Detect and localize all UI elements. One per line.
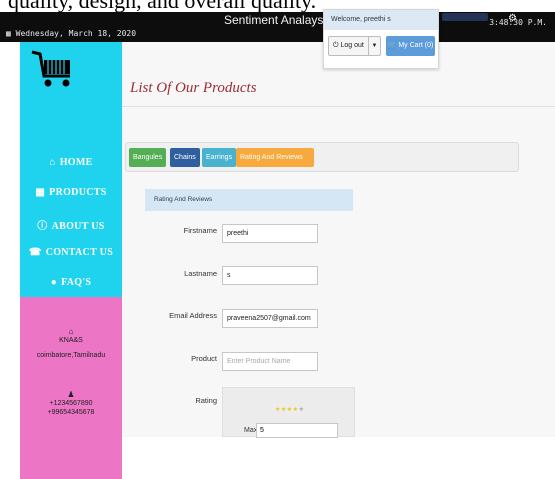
lastname-label: Lastname bbox=[184, 269, 217, 278]
panel-heading: Rating And Reviews bbox=[145, 189, 353, 211]
rating-label: Rating bbox=[195, 396, 217, 405]
tab-rating-and-reviews[interactable]: Rating And Reviews bbox=[236, 148, 314, 167]
nav-item-products[interactable]: ▦ PRODUCTS bbox=[20, 187, 122, 198]
firstname-field[interactable]: preethi bbox=[222, 224, 318, 243]
product-field[interactable]: Enter Product Name bbox=[222, 352, 318, 371]
contact-panel: ⌂ KNA&S coimbatore,Tamilnadu ♟ +12345678… bbox=[20, 297, 122, 479]
max-rating-field[interactable]: 5 bbox=[256, 423, 338, 438]
blurred-username bbox=[442, 13, 488, 21]
logout-label: Log out bbox=[340, 42, 364, 49]
divider bbox=[122, 106, 555, 107]
email-field[interactable]: praveena2507@gmail.com bbox=[222, 309, 318, 328]
date-text: Wednesday, March 18, 2020 bbox=[15, 29, 137, 38]
window-title-bar: ▦ Wednesday, March 18, 2020 Sentiment An… bbox=[0, 12, 555, 42]
window-title: Sentiment Analaysis bbox=[224, 13, 333, 27]
tab-bangules[interactable]: Bangules bbox=[129, 148, 167, 167]
nav-label: HOME bbox=[59, 157, 93, 168]
star-icon[interactable]: ★ bbox=[299, 407, 305, 413]
lastname-field[interactable]: s bbox=[222, 266, 318, 285]
my-cart-button[interactable]: 🛒 My Cart (0) bbox=[386, 36, 435, 56]
info-icon: ⓘ bbox=[37, 221, 48, 232]
logout-button[interactable]: ⏻ Log out ▼ bbox=[328, 36, 381, 56]
user-dropdown-panel: Welcome, preethi s ⏻ Log out ▼ 🛒 My Cart… bbox=[323, 9, 439, 69]
home-icon: ⌂ bbox=[68, 327, 74, 336]
user-icon: ♟ bbox=[67, 390, 75, 399]
phone-number-2: +99654345678 bbox=[47, 409, 95, 416]
page-title: List Of Our Products bbox=[130, 80, 257, 96]
nav-label: CONTACT US bbox=[45, 247, 114, 258]
nav-item-about-us[interactable]: ⓘ ABOUT US bbox=[20, 217, 122, 232]
nav-label: FAQ'S bbox=[61, 277, 92, 288]
rating-widget: ★★★★★ Max 5 bbox=[222, 387, 355, 438]
nav-item-contact-us[interactable]: ☎ CONTACT US bbox=[20, 247, 122, 258]
nav-label: ABOUT US bbox=[51, 221, 105, 232]
tab-earrings[interactable]: Earrings bbox=[202, 148, 237, 167]
tab-chains[interactable]: Chains bbox=[170, 148, 200, 167]
taskbar-date: ▦ Wednesday, March 18, 2020 bbox=[6, 29, 137, 38]
nav-item-faqs[interactable]: ● FAQ'S bbox=[20, 277, 122, 288]
grid-icon: ▦ bbox=[35, 187, 46, 198]
welcome-text: Welcome, preethi s bbox=[324, 10, 438, 30]
cart-icon: 🛒 bbox=[387, 42, 397, 49]
sidebar: ⌂ HOME ▦ PRODUCTS ⓘ ABOUT US ☎ CONTACT US ● F… bbox=[20, 42, 122, 479]
org-name: KNA&S bbox=[59, 337, 83, 344]
phone-number-1: +1234567890 bbox=[49, 400, 93, 407]
main-content: List Of Our Products Bangules Chains Ear… bbox=[122, 42, 555, 438]
star-rating[interactable]: ★★★★★ bbox=[275, 406, 304, 413]
chat-bubble-icon: ● bbox=[50, 277, 58, 288]
nav-label: PRODUCTS bbox=[49, 187, 107, 198]
background-document-fragment: quality, design, and overall quality. bbox=[0, 0, 555, 12]
nav-item-home[interactable]: ⌂ HOME bbox=[20, 157, 122, 168]
location-text: coimbatore,Tamilnadu bbox=[36, 352, 106, 359]
power-icon: ⏻ bbox=[333, 42, 339, 49]
firstname-label: Firstname bbox=[183, 226, 217, 235]
product-label: Product bbox=[191, 354, 217, 363]
category-tab-bar: Bangules Chains Earrings Rating And Revi… bbox=[125, 142, 519, 172]
home-icon: ⌂ bbox=[49, 157, 56, 168]
phone-icon: ☎ bbox=[28, 247, 42, 258]
shopping-cart-logo[interactable] bbox=[30, 48, 74, 88]
chevron-down-icon[interactable]: ▼ bbox=[368, 37, 380, 55]
cart-label: My Cart (0) bbox=[398, 42, 434, 49]
email-label: Email Address bbox=[169, 311, 217, 320]
clock: 3:48:30 P.M. bbox=[489, 18, 547, 27]
